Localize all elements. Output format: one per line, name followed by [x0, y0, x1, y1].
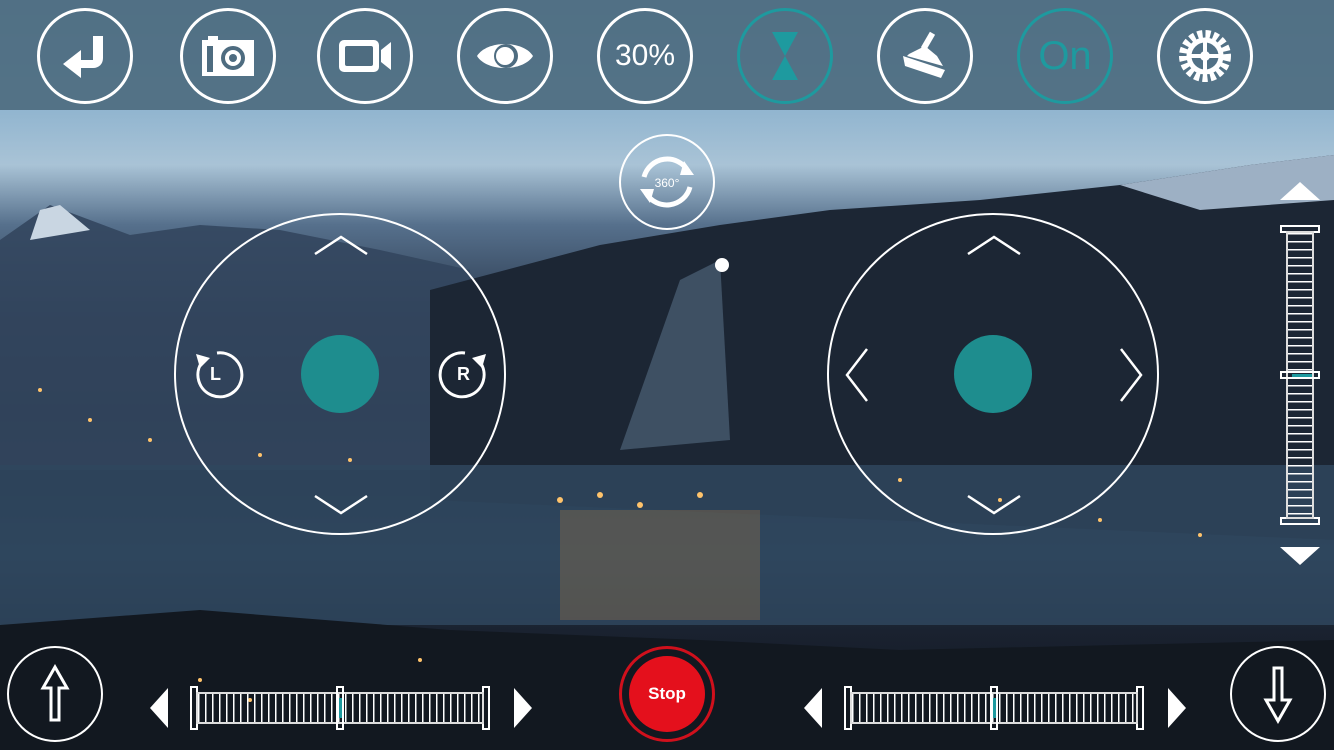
trim-down-arrow-icon[interactable] [1278, 545, 1322, 567]
top-toolbar: 30% On [0, 0, 1334, 110]
left-trim-slider[interactable] [190, 686, 490, 730]
stop-button[interactable]: Stop [619, 646, 715, 742]
slider-thumb[interactable] [990, 686, 998, 730]
trim-right-arrow-icon[interactable] [512, 686, 534, 730]
joystick-knob[interactable] [954, 335, 1032, 413]
drone-calibrate-icon [903, 31, 945, 78]
right-trim-slider[interactable] [844, 686, 1144, 730]
view-mode-button[interactable] [457, 8, 553, 104]
settings-button[interactable] [1157, 8, 1253, 104]
trim-up-arrow-icon[interactable] [1278, 180, 1322, 202]
arrow-down-icon [1263, 666, 1293, 724]
video-record-button[interactable] [317, 8, 413, 104]
right-joystick[interactable] [827, 213, 1159, 535]
eye-icon [477, 44, 533, 68]
rotate-360-label: 360° [654, 176, 680, 190]
speed-label: 30% [614, 39, 676, 72]
trim-left-arrow-icon[interactable] [148, 686, 170, 730]
calibrate-button[interactable] [877, 8, 973, 104]
chevron-right-icon [1120, 348, 1143, 402]
stop-label: Stop [629, 656, 705, 732]
return-arrow-icon [63, 36, 103, 78]
headless-mode-toggle[interactable]: On [1017, 8, 1113, 104]
hold-altitude-button[interactable] [737, 8, 833, 104]
gear-icon [1179, 30, 1231, 82]
joystick-knob[interactable] [301, 335, 379, 413]
chevron-down-icon [314, 494, 368, 515]
rotate-360-button[interactable]: 360° [619, 134, 715, 230]
rotate-right-button[interactable]: R [436, 346, 494, 404]
chevron-up-icon [314, 235, 368, 256]
trim-right-arrow-icon[interactable] [1166, 686, 1188, 730]
slider-thumb[interactable] [1280, 371, 1320, 379]
chevron-left-icon [845, 348, 868, 402]
hourglass-icon [772, 32, 798, 80]
slider-thumb[interactable] [336, 686, 344, 730]
chevron-down-icon [967, 494, 1021, 515]
rotate-left-label: L [210, 364, 221, 384]
rotate-right-label: R [457, 364, 470, 384]
camera-icon [202, 36, 254, 76]
video-camera-icon [339, 40, 391, 72]
speed-button[interactable]: 30% [597, 8, 693, 104]
rotate-left-button[interactable]: L [188, 346, 246, 404]
arrow-up-icon [40, 664, 70, 722]
chevron-up-icon [967, 235, 1021, 256]
vertical-trim-slider[interactable] [1280, 225, 1320, 525]
left-joystick[interactable]: L R [174, 213, 506, 535]
toggle-label: On [1038, 33, 1092, 78]
trim-left-arrow-icon[interactable] [802, 686, 824, 730]
photo-button[interactable] [180, 8, 276, 104]
back-button[interactable] [37, 8, 133, 104]
takeoff-button[interactable] [7, 646, 103, 742]
land-button[interactable] [1230, 646, 1326, 742]
